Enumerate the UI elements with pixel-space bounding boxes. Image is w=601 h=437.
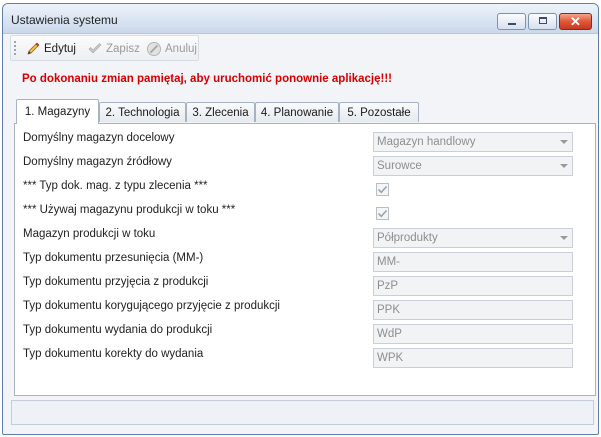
toolbar: Edytuj Zapisz Anuluj xyxy=(10,35,199,61)
default-source-warehouse-dropdown[interactable]: Surowce xyxy=(373,156,573,176)
dropdown-value: Półprodukty xyxy=(377,232,438,244)
save-button-label: Zapisz xyxy=(106,43,140,55)
receipt-correction-doc-type-field[interactable]: PPK xyxy=(373,300,573,320)
settings-panel: Domyślny magazyn docelowy Magazyn handlo… xyxy=(14,123,596,396)
chevron-down-icon[interactable] xyxy=(555,157,572,175)
cancel-button[interactable]: Anuluj xyxy=(146,40,197,58)
row-label: *** Typ dok. mag. z typu zlecenia *** xyxy=(23,180,208,192)
row-label: Domyślny magazyn źródłowy xyxy=(23,156,172,168)
toolbar-grip-icon[interactable] xyxy=(14,41,16,56)
production-issue-doc-type-field[interactable]: WdP xyxy=(373,324,573,344)
chevron-down-icon[interactable] xyxy=(555,229,572,247)
title-bar[interactable]: Ustawienia systemu ✕ xyxy=(3,4,598,34)
minimize-button[interactable] xyxy=(497,13,526,30)
dropdown-value: Magazyn handlowy xyxy=(377,136,476,148)
checkmark-icon xyxy=(377,185,388,194)
edit-button-label: Edytuj xyxy=(44,43,76,55)
tab-zlecenia[interactable]: 3. Zlecenia xyxy=(186,102,255,122)
checkmark-icon xyxy=(377,209,388,218)
tab-magazyny[interactable]: 1. Magazyny xyxy=(16,99,99,124)
tab-pozostale[interactable]: 5. Pozostałe xyxy=(339,102,419,122)
maximize-icon xyxy=(539,17,547,24)
maximize-button[interactable] xyxy=(528,13,557,30)
row-label: Typ dokumentu przyjęcia z produkcji xyxy=(23,276,209,288)
minimize-icon xyxy=(508,23,516,25)
row-label: *** Używaj magazynu produkcji w toku *** xyxy=(23,204,236,216)
row-label: Typ dokumentu wydania do produkcji xyxy=(23,324,213,336)
row-label: Magazyn produkcji w toku xyxy=(23,228,156,240)
order-type-doc-checkbox[interactable] xyxy=(376,183,389,196)
status-bar xyxy=(11,400,594,425)
window-title: Ustawienia systemu xyxy=(11,13,118,27)
chevron-down-icon[interactable] xyxy=(555,133,572,151)
checkmark-icon xyxy=(88,43,102,54)
close-icon: ✕ xyxy=(570,14,581,29)
restart-warning: Po dokonaniu zmian pamiętaj, aby uruchom… xyxy=(22,73,392,85)
row-label: Typ dokumentu korygującego przyjęcie z p… xyxy=(23,300,280,312)
tab-technologia[interactable]: 2. Technologia xyxy=(99,102,186,122)
production-receipt-doc-type-field[interactable]: PzP xyxy=(373,276,573,296)
default-target-warehouse-dropdown[interactable]: Magazyn handlowy xyxy=(373,132,573,152)
use-wip-warehouse-checkbox[interactable] xyxy=(376,207,389,220)
issue-correction-doc-type-field[interactable]: WPK xyxy=(373,348,573,368)
settings-window: Ustawienia systemu ✕ Edytuj Zapisz Anulu… xyxy=(2,3,599,435)
cancel-icon xyxy=(147,42,161,56)
close-button[interactable]: ✕ xyxy=(559,13,592,30)
dropdown-value: Surowce xyxy=(377,160,422,172)
row-label: Typ dokumentu przesunięcia (MM-) xyxy=(23,252,204,264)
wip-warehouse-dropdown[interactable]: Półprodukty xyxy=(373,228,573,248)
transfer-doc-type-field[interactable]: MM- xyxy=(373,252,573,272)
cancel-button-label: Anuluj xyxy=(165,43,197,55)
row-label: Domyślny magazyn docelowy xyxy=(23,132,175,144)
edit-button[interactable]: Edytuj xyxy=(25,40,76,58)
row-label: Typ dokumentu korekty do wydania xyxy=(23,348,204,360)
save-button[interactable]: Zapisz xyxy=(87,40,140,58)
pencil-icon xyxy=(27,42,40,55)
tab-planowanie[interactable]: 4. Planowanie xyxy=(255,102,339,122)
